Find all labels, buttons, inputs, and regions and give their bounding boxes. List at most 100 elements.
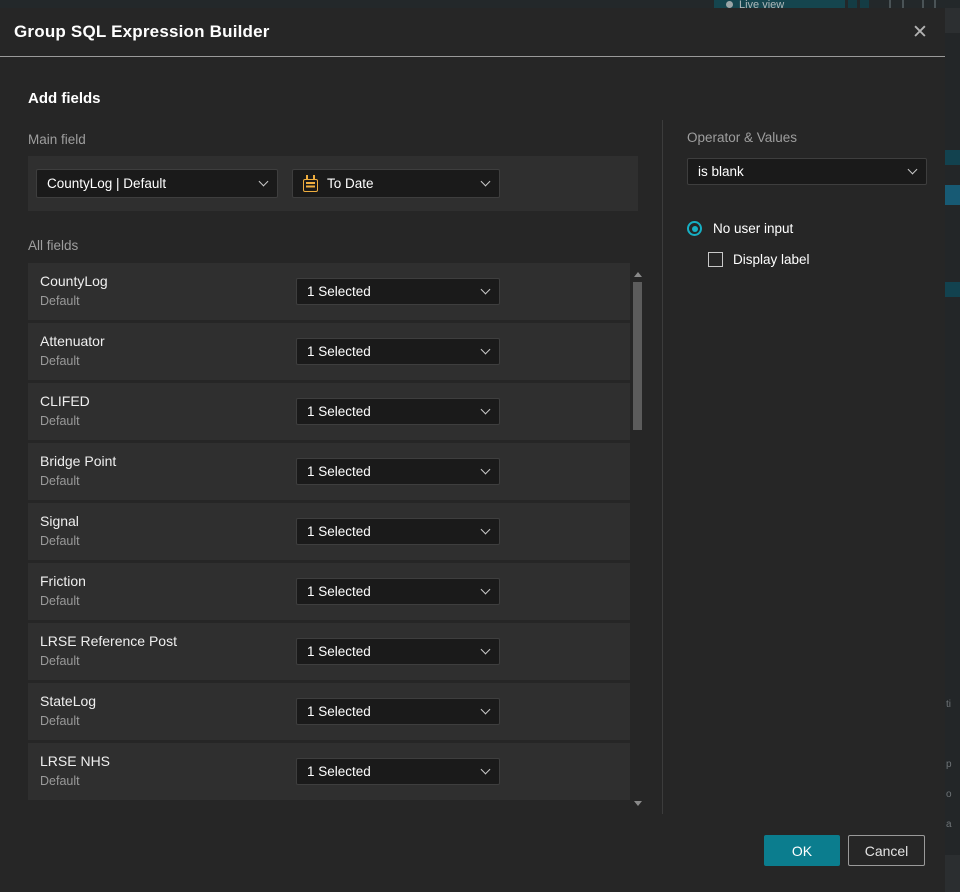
no-user-input-label: No user input — [713, 221, 794, 236]
dialog-footer: OK Cancel — [764, 835, 925, 866]
scroll-down-icon[interactable] — [634, 801, 642, 806]
all-fields-label: All fields — [28, 238, 79, 253]
field-row: CLIFED Default 1 Selected — [28, 383, 630, 440]
background-icon-fragment — [934, 0, 936, 8]
field-selected-dropdown[interactable]: 1 Selected — [296, 458, 500, 485]
scroll-up-icon[interactable] — [634, 272, 642, 277]
ok-button[interactable]: OK — [764, 835, 840, 866]
field-selected-dropdown[interactable]: 1 Selected — [296, 698, 500, 725]
chevron-down-icon — [480, 464, 491, 475]
background-icon-fragment — [902, 0, 904, 8]
group-sql-expression-builder-dialog: Group SQL Expression Builder ✕ Add field… — [0, 8, 945, 892]
main-field-panel: CountyLog | Default To Date — [28, 156, 638, 211]
background-icon-fragment — [889, 0, 891, 8]
field-subtitle: Default — [40, 414, 80, 428]
chevron-down-icon — [480, 344, 491, 355]
chevron-down-icon — [258, 176, 269, 187]
close-icon[interactable]: ✕ — [907, 19, 933, 45]
checkbox-unchecked-icon — [708, 252, 723, 267]
chevron-down-icon — [480, 284, 491, 295]
operator-dropdown[interactable]: is blank — [687, 158, 927, 185]
chevron-down-icon — [480, 704, 491, 715]
background-text-fragment: p — [946, 759, 952, 770]
main-field-label: Main field — [28, 132, 86, 147]
main-field-dropdown[interactable]: CountyLog | Default — [36, 169, 278, 198]
field-selected-dropdown[interactable]: 1 Selected — [296, 338, 500, 365]
field-selected-dropdown[interactable]: 1 Selected — [296, 578, 500, 605]
all-fields-list: CountyLog Default 1 Selected Attenuator … — [28, 263, 630, 803]
background-icon-fragment — [922, 0, 924, 8]
operator-dropdown-value: is blank — [698, 164, 744, 179]
chevron-down-icon — [907, 164, 918, 175]
radio-selected-icon — [687, 221, 702, 236]
selected-count-label: 1 Selected — [307, 404, 371, 419]
selected-count-label: 1 Selected — [307, 344, 371, 359]
selected-count-label: 1 Selected — [307, 644, 371, 659]
field-name: Bridge Point — [40, 453, 117, 469]
field-row: CountyLog Default 1 Selected — [28, 263, 630, 320]
section-divider — [662, 120, 663, 814]
field-row: Bridge Point Default 1 Selected — [28, 443, 630, 500]
background-text-fragment: o — [946, 789, 952, 800]
field-selected-dropdown[interactable]: 1 Selected — [296, 398, 500, 425]
background-fragment — [945, 8, 960, 33]
background-app-right-strip: ti p o a — [945, 8, 960, 892]
background-fragment — [945, 185, 960, 205]
live-view-dot-icon — [726, 1, 733, 8]
field-selected-dropdown[interactable]: 1 Selected — [296, 758, 500, 785]
chevron-down-icon — [480, 584, 491, 595]
no-user-input-radio[interactable]: No user input — [687, 221, 793, 236]
live-view-button[interactable]: Live view — [714, 0, 845, 8]
dialog-title: Group SQL Expression Builder — [14, 22, 270, 41]
field-name: StateLog — [40, 693, 97, 709]
field-name: Signal — [40, 513, 79, 529]
cancel-button[interactable]: Cancel — [848, 835, 925, 866]
background-fragment — [945, 150, 960, 165]
chevron-down-icon — [480, 404, 491, 415]
field-row: StateLog Default 1 Selected — [28, 683, 630, 740]
main-field-dropdown-value: CountyLog | Default — [47, 176, 167, 191]
field-selected-dropdown[interactable]: 1 Selected — [296, 518, 500, 545]
field-row: Signal Default 1 Selected — [28, 503, 630, 560]
field-subtitle: Default — [40, 714, 80, 728]
field-name: CLIFED — [40, 393, 90, 409]
chevron-down-icon — [480, 176, 491, 187]
field-subtitle: Default — [40, 774, 80, 788]
background-fragment — [945, 855, 960, 892]
field-row: LRSE Reference Post Default 1 Selected — [28, 623, 630, 680]
calendar-icon — [303, 174, 318, 192]
field-subtitle: Default — [40, 474, 80, 488]
field-subtitle: Default — [40, 654, 80, 668]
dialog-header: Group SQL Expression Builder ✕ — [0, 8, 945, 57]
scrollbar-thumb[interactable] — [633, 282, 642, 430]
selected-count-label: 1 Selected — [307, 584, 371, 599]
selected-count-label: 1 Selected — [307, 704, 371, 719]
date-field-dropdown-value: To Date — [327, 176, 374, 191]
date-field-dropdown[interactable]: To Date — [292, 169, 500, 198]
display-label-label: Display label — [733, 252, 810, 267]
field-row: LRSE NHS Default 1 Selected — [28, 743, 630, 800]
field-subtitle: Default — [40, 594, 80, 608]
field-selected-dropdown[interactable]: 1 Selected — [296, 638, 500, 665]
background-text-fragment: ti — [946, 699, 951, 710]
background-app-top-strip: Live view — [0, 0, 960, 8]
chevron-down-icon — [480, 524, 491, 535]
selected-count-label: 1 Selected — [307, 284, 371, 299]
screen: Live view ti p o a Group SQL Expression … — [0, 0, 960, 892]
background-icon-fragment — [848, 0, 857, 8]
background-icon-fragment — [860, 0, 869, 8]
selected-count-label: 1 Selected — [307, 464, 371, 479]
field-name: Attenuator — [40, 333, 105, 349]
field-name: LRSE Reference Post — [40, 633, 177, 649]
display-label-checkbox[interactable]: Display label — [708, 252, 810, 267]
field-subtitle: Default — [40, 294, 80, 308]
add-fields-title: Add fields — [28, 90, 101, 107]
selected-count-label: 1 Selected — [307, 524, 371, 539]
field-selected-dropdown[interactable]: 1 Selected — [296, 278, 500, 305]
background-text-fragment: a — [946, 819, 952, 830]
selected-count-label: 1 Selected — [307, 764, 371, 779]
field-subtitle: Default — [40, 534, 80, 548]
field-subtitle: Default — [40, 354, 80, 368]
field-name: LRSE NHS — [40, 753, 111, 769]
all-fields-scrollbar[interactable] — [632, 264, 644, 808]
